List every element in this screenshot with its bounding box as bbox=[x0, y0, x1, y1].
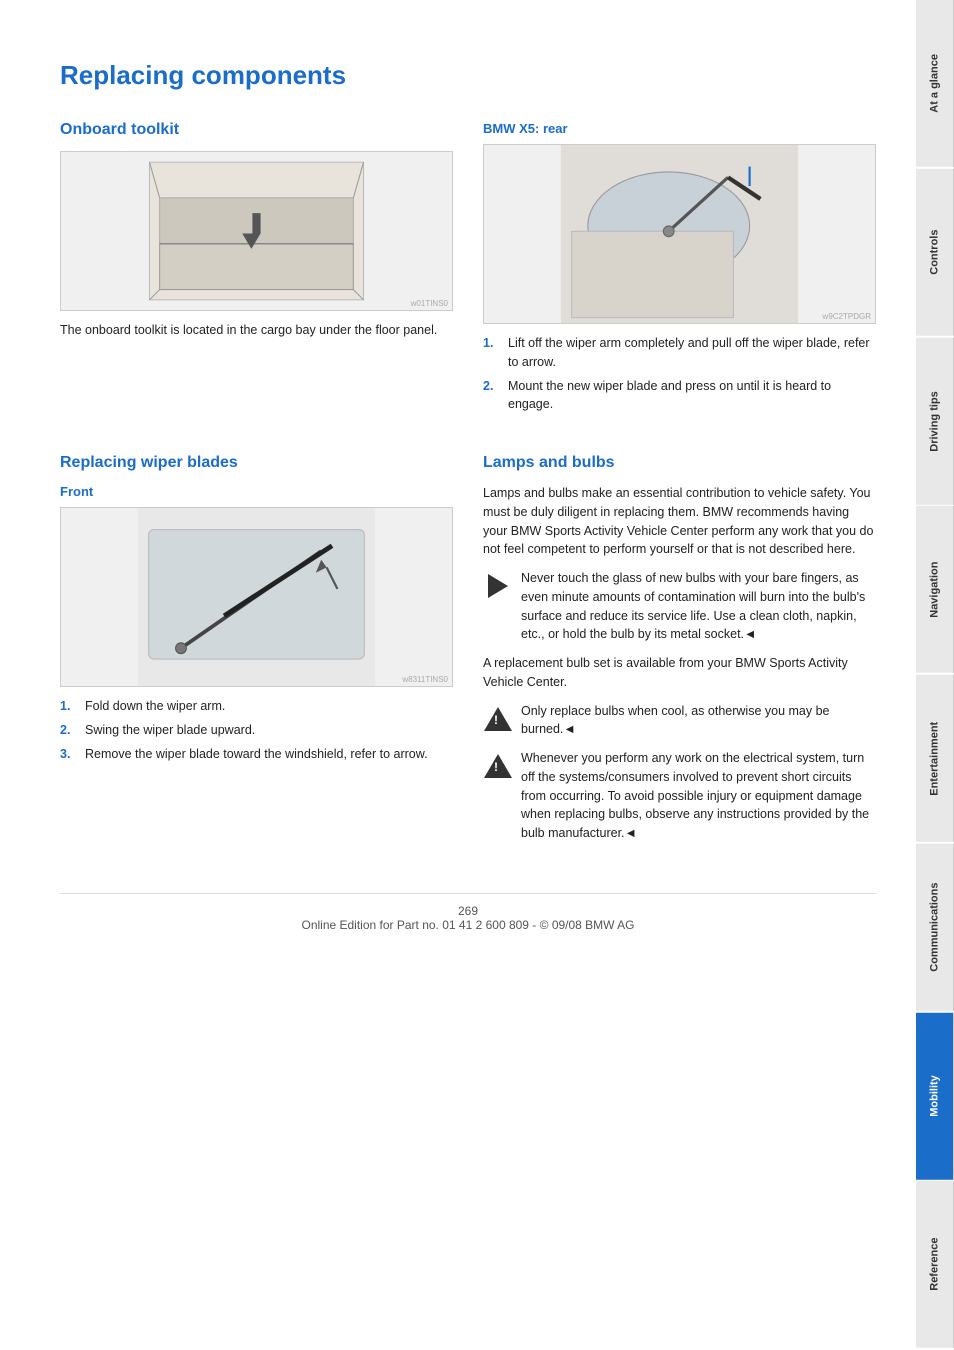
page-footer: 269 Online Edition for Part no. 01 41 2 … bbox=[60, 893, 876, 932]
lamps-and-bulbs-section: Lamps and bulbs Lamps and bulbs make an … bbox=[483, 454, 876, 853]
warning-electrical-text: Whenever you perform any work on the ele… bbox=[521, 749, 876, 843]
bmw-x5-rear-section: BMW X5: rear bbox=[483, 121, 876, 424]
front-step-3: 3. Remove the wiper blade toward the win… bbox=[60, 745, 453, 764]
wiper-front-subtitle: Front bbox=[60, 484, 453, 499]
warning-triangle-icon-2 bbox=[483, 751, 513, 781]
rear-step-2: 2. Mount the new wiper blade and press o… bbox=[483, 377, 876, 415]
sidebar-tab-mobility[interactable]: Mobility bbox=[916, 1013, 954, 1180]
onboard-toolkit-body: The onboard toolkit is located in the ca… bbox=[60, 321, 453, 340]
bmw-x5-rear-steps-list: 1. Lift off the wiper arm completely and… bbox=[483, 334, 876, 414]
sidebar-tab-controls[interactable]: Controls bbox=[916, 169, 954, 336]
onboard-toolkit-title: Onboard toolkit bbox=[60, 121, 453, 139]
replacing-wiper-blades-title: Replacing wiper blades bbox=[60, 454, 453, 472]
image-credit-rear: w9C2TPDGR bbox=[823, 312, 871, 321]
onboard-toolkit-section: Onboard toolkit bbox=[60, 121, 453, 424]
front-step-1: 1. Fold down the wiper arm. bbox=[60, 697, 453, 716]
page-number: 269 bbox=[458, 904, 478, 918]
bmw-x5-rear-title: BMW X5: rear bbox=[483, 121, 876, 136]
wiper-front-image: w8311TINS0 bbox=[60, 507, 453, 687]
image-credit-toolkit: w01TINS0 bbox=[411, 299, 448, 308]
bmw-x5-rear-image: w9C2TPDGR bbox=[483, 144, 876, 324]
warning-electrical: Whenever you perform any work on the ele… bbox=[483, 749, 876, 843]
replacement-bulb-text: A replacement bulb set is available from… bbox=[483, 654, 876, 692]
warning-triangle-icon-1 bbox=[483, 704, 513, 734]
sidebar-tab-entertainment[interactable]: Entertainment bbox=[916, 675, 954, 842]
rear-step-1: 1. Lift off the wiper arm completely and… bbox=[483, 334, 876, 372]
onboard-toolkit-image: w01TINS0 bbox=[60, 151, 453, 311]
sidebar: At a glance Controls Driving tips Naviga… bbox=[916, 0, 954, 1350]
page-title: Replacing components bbox=[60, 60, 876, 91]
lamps-intro: Lamps and bulbs make an essential contri… bbox=[483, 484, 876, 559]
sidebar-tab-navigation[interactable]: Navigation bbox=[916, 506, 954, 673]
warning-replace-cool: Only replace bulbs when cool, as otherwi… bbox=[483, 702, 876, 740]
sidebar-tab-at-a-glance[interactable]: At a glance bbox=[916, 0, 954, 167]
sidebar-tab-reference[interactable]: Reference bbox=[916, 1181, 954, 1348]
sidebar-tab-driving-tips[interactable]: Driving tips bbox=[916, 338, 954, 505]
notice-touch-glass-text: Never touch the glass of new bulbs with … bbox=[521, 569, 876, 644]
image-credit-front: w8311TINS0 bbox=[402, 675, 448, 684]
front-step-2: 2. Swing the wiper blade upward. bbox=[60, 721, 453, 740]
warning-replace-cool-text: Only replace bulbs when cool, as otherwi… bbox=[521, 702, 876, 740]
lamps-and-bulbs-title: Lamps and bulbs bbox=[483, 454, 876, 472]
play-triangle-icon bbox=[483, 571, 513, 601]
sidebar-tab-communications[interactable]: Communications bbox=[916, 844, 954, 1011]
notice-touch-glass: Never touch the glass of new bulbs with … bbox=[483, 569, 876, 644]
replacing-wiper-blades-section: Replacing wiper blades Front bbox=[60, 454, 453, 853]
footer-text: Online Edition for Part no. 01 41 2 600 … bbox=[301, 918, 634, 932]
wiper-front-steps-list: 1. Fold down the wiper arm. 2. Swing the… bbox=[60, 697, 453, 763]
